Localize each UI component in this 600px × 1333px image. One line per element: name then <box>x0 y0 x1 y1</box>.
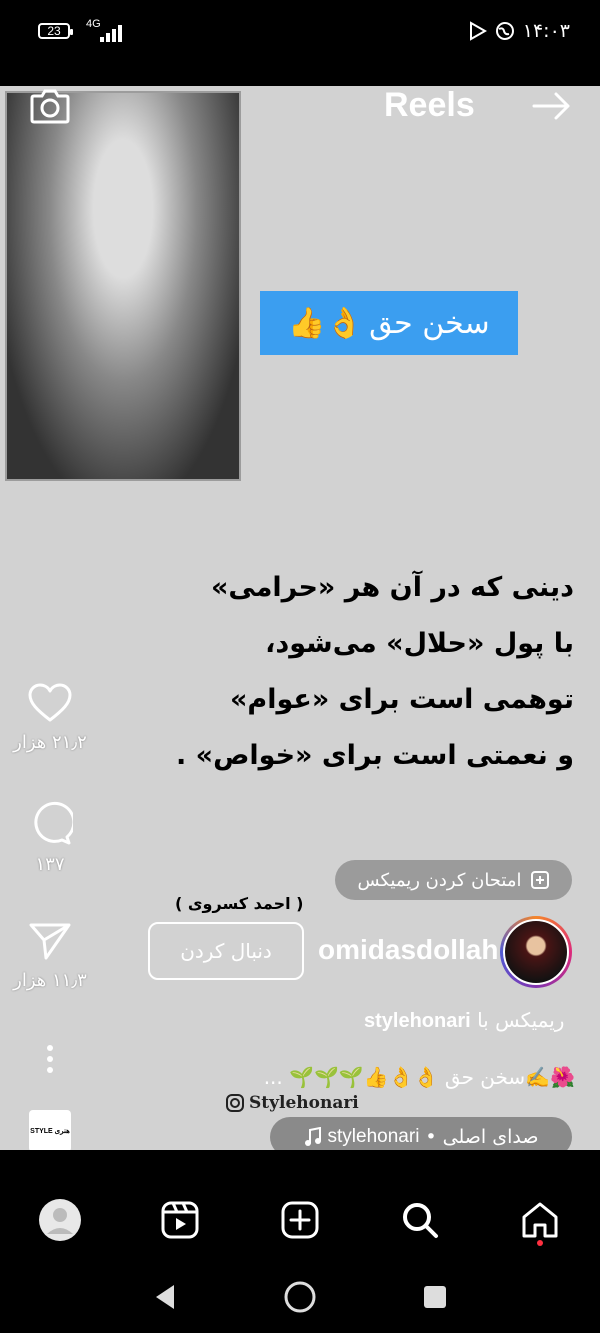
battery-indicator: 23 <box>38 23 73 39</box>
quote-line: دینی که در آن هر «حرامی» <box>210 572 574 603</box>
share-action[interactable]: ۱۱٫۳ هزار <box>0 920 100 991</box>
more-action[interactable] <box>0 1044 100 1078</box>
share-count: ۱۱٫۳ هزار <box>13 970 87 991</box>
search-icon[interactable] <box>401 1201 439 1239</box>
play-store-icon <box>469 21 487 41</box>
system-nav-bar <box>0 1260 600 1333</box>
title-banner: سخن حق 👌👍 <box>260 291 518 355</box>
instagram-icon <box>226 1094 244 1112</box>
reels-icon[interactable] <box>161 1201 199 1239</box>
music-note-icon <box>304 1127 321 1146</box>
try-remix-label: امتحان کردن ریمیکس <box>357 869 522 891</box>
recents-icon[interactable] <box>422 1284 448 1310</box>
home-icon[interactable] <box>520 1201 560 1239</box>
watermark-text: Stylehonari <box>249 1093 359 1113</box>
create-icon[interactable] <box>281 1201 319 1239</box>
remix-with-user[interactable]: stylehonari <box>364 1010 471 1032</box>
avatar[interactable] <box>500 916 572 988</box>
remix-with[interactable]: ریمیکس با stylehonari <box>364 1008 564 1033</box>
title-banner-text: سخن حق <box>369 305 490 341</box>
reel-video[interactable]: Reels سخن حق 👌👍 دینی که در آن هر «حرامی»… <box>0 86 600 1150</box>
bottom-tab-bar <box>0 1180 600 1260</box>
tab-create[interactable] <box>270 1190 330 1250</box>
status-bar: 23 4G ۱۴:۰۳ <box>0 0 600 85</box>
author-caption: ( احمد کسروی ) <box>175 894 304 913</box>
quote-line: و نعمتی است برای «خواص» . <box>175 740 574 771</box>
heart-icon[interactable] <box>27 682 73 724</box>
side-actions: ۲۱٫۲ هزار ۱۳۷ ۱۱٫۳ هزار <box>0 86 110 1150</box>
audio-pill[interactable]: صدای اصلی • stylehonari <box>270 1117 572 1150</box>
page-title: Reels <box>384 86 475 124</box>
remix-with-prefix: ریمیکس با <box>477 1008 565 1032</box>
tab-reels[interactable] <box>150 1190 210 1250</box>
quote-line: با پول «حلال» می‌شود، <box>265 628 574 659</box>
like-count: ۲۱٫۲ هزار <box>13 732 87 753</box>
audio-thumbnail[interactable]: STYLE هنری <box>29 1110 71 1150</box>
arrow-right-icon[interactable] <box>532 90 572 122</box>
comment-action[interactable]: ۱۳۷ <box>0 800 100 875</box>
vpn-globe-icon <box>495 22 514 40</box>
tab-home[interactable] <box>510 1190 570 1250</box>
tab-search[interactable] <box>390 1190 450 1250</box>
follow-button[interactable]: دنبال کردن <box>148 922 304 980</box>
remix-icon <box>530 871 549 889</box>
comment-icon[interactable] <box>27 800 76 846</box>
watermark: Stylehonari <box>225 1093 359 1113</box>
network-type: 4G <box>86 18 101 30</box>
caption[interactable]: 🌺✍️سخن حق 👌👌👍🌱🌱🌱 ... <box>180 1065 575 1089</box>
profile-icon[interactable] <box>38 1198 82 1242</box>
send-icon[interactable] <box>28 920 72 962</box>
back-icon[interactable] <box>152 1283 178 1311</box>
quote-line: توهمی است برای «عوام» <box>229 684 574 715</box>
try-remix-button[interactable]: امتحان کردن ریمیکس <box>335 860 572 900</box>
comment-count: ۱۳۷ <box>35 854 65 875</box>
notification-dot <box>537 1240 543 1246</box>
audio-user: stylehonari <box>327 1126 420 1147</box>
audio-separator: • <box>425 1126 437 1148</box>
more-options-icon[interactable] <box>45 1044 55 1074</box>
quote-text: دینی که در آن هر «حرامی» با پول «حلال» م… <box>175 560 574 784</box>
status-right: ۱۴:۰۳ <box>469 20 570 42</box>
signal-icon <box>100 24 124 42</box>
tab-profile[interactable] <box>30 1190 90 1250</box>
clock: ۱۴:۰۳ <box>522 20 570 42</box>
home-button-icon[interactable] <box>283 1280 317 1314</box>
like-action[interactable]: ۲۱٫۲ هزار <box>0 682 100 753</box>
username[interactable]: omidasdollah <box>318 934 498 966</box>
audio-label: صدای اصلی <box>442 1126 539 1148</box>
title-banner-emoji: 👌👍 <box>288 305 364 341</box>
